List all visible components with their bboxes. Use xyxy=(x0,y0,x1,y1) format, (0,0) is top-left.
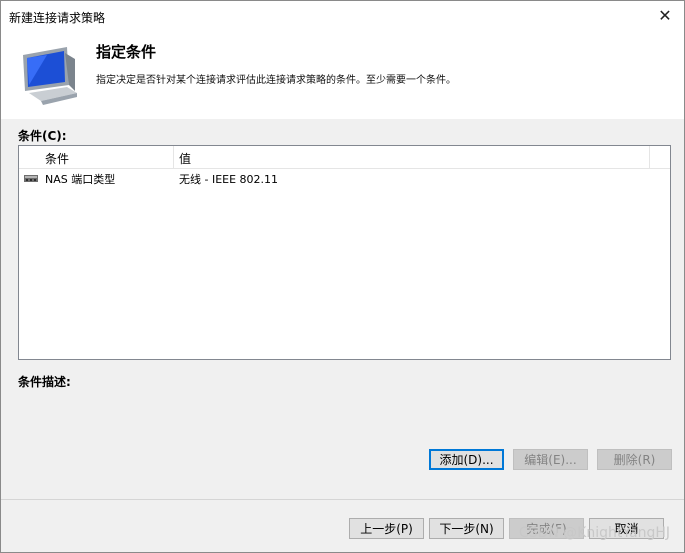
footer-divider xyxy=(1,499,684,500)
back-button[interactable]: 上一步(P) xyxy=(349,518,424,539)
list-header: 条件 值 xyxy=(19,146,670,169)
value-cell: 无线 - IEEE 802.11 xyxy=(179,173,279,186)
network-port-icon xyxy=(24,175,38,182)
conditions-label: 条件(C): xyxy=(18,129,67,143)
close-icon[interactable]: ✕ xyxy=(650,3,680,29)
conditions-list[interactable]: 条件 值 NAS 端口类型 无线 - IEEE 802.11 xyxy=(18,145,671,360)
column-divider[interactable] xyxy=(173,146,174,168)
window-title: 新建连接请求策略 xyxy=(9,11,106,25)
next-button[interactable]: 下一步(N) xyxy=(429,518,504,539)
column-header-value[interactable]: 值 xyxy=(179,150,191,167)
page-description: 指定决定是否针对某个连接请求评估此连接请求策略的条件。至少需要一个条件。 xyxy=(96,75,456,86)
add-button[interactable]: 添加(D)... xyxy=(429,449,504,470)
monitor-icon xyxy=(23,47,77,105)
watermark: CSDN @KnightYangHJ xyxy=(518,525,670,541)
title-bar: 新建连接请求策略 ✕ xyxy=(1,1,684,31)
column-divider[interactable] xyxy=(649,146,650,168)
column-header-condition[interactable]: 条件 xyxy=(45,150,69,167)
new-connection-request-policy-dialog: 新建连接请求策略 ✕ 指定条件 指定决定是否针对某个连接请求评估此连接请求策略的… xyxy=(0,0,685,553)
page-title: 指定条件 xyxy=(96,43,157,61)
wizard-header: 指定条件 指定决定是否针对某个连接请求评估此连接请求策略的条件。至少需要一个条件… xyxy=(1,31,684,119)
edit-button[interactable]: 编辑(E)... xyxy=(513,449,588,470)
condition-cell: NAS 端口类型 xyxy=(45,173,116,186)
condition-description-label: 条件描述: xyxy=(18,375,71,389)
list-item[interactable]: NAS 端口类型 无线 - IEEE 802.11 xyxy=(19,169,670,187)
delete-button[interactable]: 删除(R) xyxy=(597,449,672,470)
